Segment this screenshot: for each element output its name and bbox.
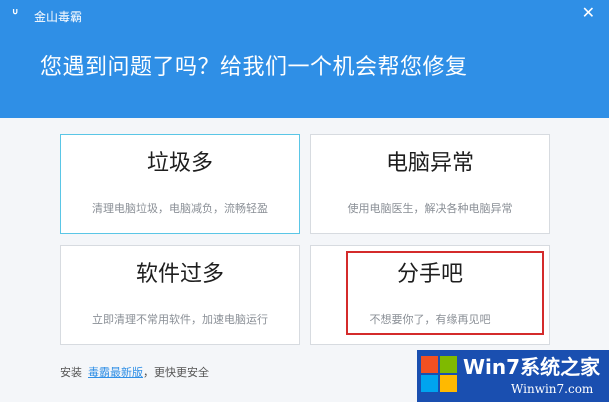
option-card-pc-abnormal[interactable]: 电脑异常 使用电脑医生，解决各种电脑异常 xyxy=(310,134,550,234)
page-title: 您遇到问题了吗？给我们一个机会帮您修复 xyxy=(40,55,468,80)
site-watermark: Win7系统之家 Winwin7.com xyxy=(417,350,609,402)
option-desc: 使用电脑医生，解决各种电脑异常 xyxy=(347,202,513,215)
latest-version-link[interactable]: 毒霸最新版 xyxy=(88,366,143,379)
option-card-junk[interactable]: 垃圾多 清理电脑垃圾，电脑减负，流畅轻盈 xyxy=(60,134,300,234)
dialog-header: ᐡ 金山毒霸 ✕ 您遇到问题了吗？给我们一个机会帮您修复 xyxy=(0,0,609,118)
option-desc: 清理电脑垃圾，电脑减负，流畅轻盈 xyxy=(92,202,268,215)
option-desc: 立即清理不常用软件，加速电脑运行 xyxy=(92,313,268,326)
uninstall-dialog: ᐡ 金山毒霸 ✕ 您遇到问题了吗？给我们一个机会帮您修复 垃圾多 清理电脑垃圾，… xyxy=(0,0,609,402)
close-icon[interactable]: ✕ xyxy=(582,4,595,22)
option-title: 软件过多 xyxy=(135,262,224,287)
option-card-too-many-software[interactable]: 软件过多 立即清理不常用软件，加速电脑运行 xyxy=(60,245,300,345)
option-title: 电脑异常 xyxy=(385,151,474,176)
app-logo-icon: ᐡ xyxy=(12,6,19,25)
option-desc: 不想要你了，有缘再见吧 xyxy=(369,313,491,326)
watermark-url-text: Winwin7.com xyxy=(511,382,594,396)
option-title: 分手吧 xyxy=(396,262,463,287)
footer-suffix: ，更快更安全 xyxy=(143,366,209,379)
option-title: 垃圾多 xyxy=(146,151,213,176)
windows-logo-icon xyxy=(421,356,457,392)
footer-prefix: 安装 xyxy=(60,366,82,379)
footer-install-text: 安装 毒霸最新版，更快更安全 xyxy=(60,365,209,381)
option-card-uninstall[interactable]: 分手吧 不想要你了，有缘再见吧 xyxy=(310,245,550,345)
watermark-main-text: Win7系统之家 xyxy=(463,355,601,379)
app-title: 金山毒霸 xyxy=(34,10,83,24)
